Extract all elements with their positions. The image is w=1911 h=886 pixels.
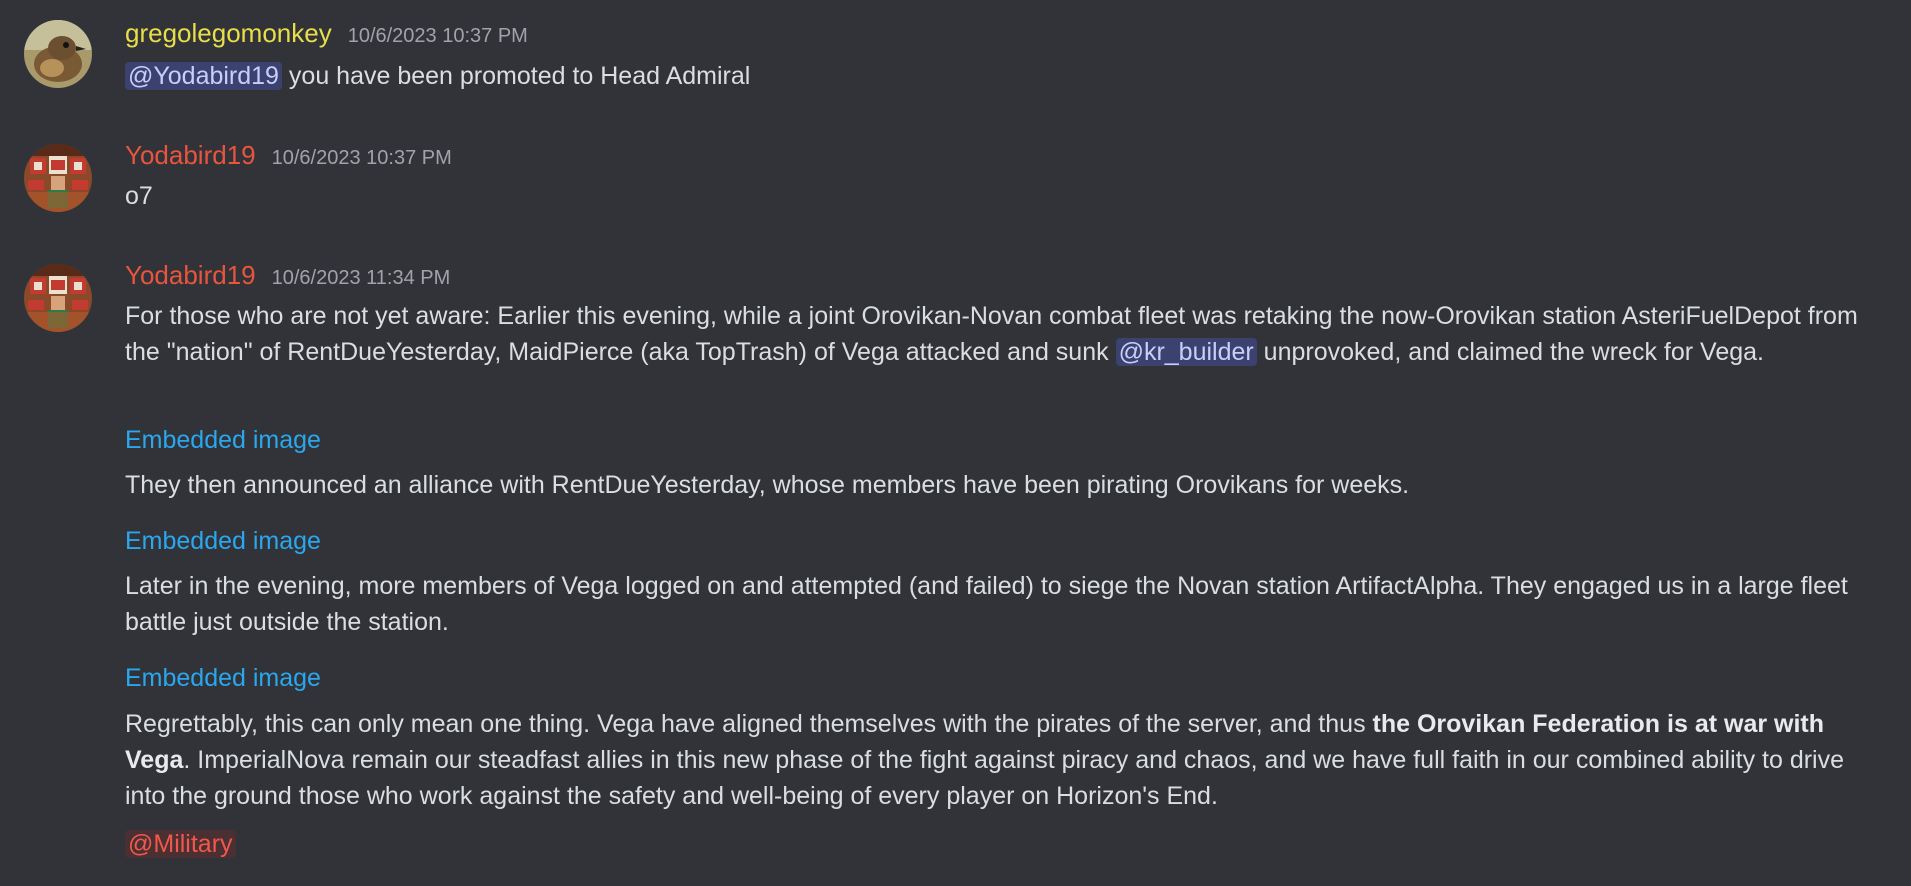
role-mention-line: @Military	[125, 826, 1885, 862]
username[interactable]: Yodabird19	[125, 140, 256, 171]
message-text: . ImperialNova remain our steadfast alli…	[125, 746, 1845, 810]
message-paragraph-1: For those who are not yet aware: Earlier…	[125, 298, 1885, 370]
message-text: Later in the evening, more members of Ve…	[125, 572, 1848, 636]
embed-link-2: Embedded image	[125, 523, 1885, 559]
timestamp: 10/6/2023 10:37 PM	[271, 147, 452, 169]
message-paragraph-3: Later in the evening, more members of Ve…	[125, 568, 1885, 640]
message-header: Yodabird19 10/6/2023 10:37 PM	[125, 140, 452, 174]
message-content: @Yodabird19 you have been promoted to He…	[125, 58, 1885, 94]
message-text: you have been promoted to Head Admiral	[281, 62, 751, 90]
timestamp: 10/6/2023 11:34 PM	[271, 267, 451, 289]
embedded-image-link[interactable]: Embedded image	[125, 527, 321, 555]
timestamp: 10/6/2023 10:37 PM	[347, 25, 528, 47]
embedded-image-link[interactable]: Embedded image	[125, 664, 321, 692]
message-header: gregolegomonkey 10/6/2023 10:37 PM	[125, 18, 528, 52]
message-header: Yodabird19 10/6/2023 11:34 PM	[125, 260, 450, 294]
message-paragraph-2: They then announced an alliance with Ren…	[125, 467, 1885, 503]
message-content: o7	[125, 178, 1885, 214]
username[interactable]: Yodabird19	[125, 260, 256, 291]
user-mention[interactable]: @Yodabird19	[125, 62, 282, 90]
message-greg-1: gregolegomonkey 10/6/2023 10:37 PM @Yoda…	[0, 18, 1911, 98]
embed-link-3: Embedded image	[125, 660, 1885, 696]
user-mention[interactable]: @kr_builder	[1115, 338, 1257, 366]
message-yoda-2: Yodabird19 10/6/2023 11:34 PM For those …	[0, 260, 1911, 870]
embedded-image-link[interactable]: Embedded image	[125, 426, 321, 454]
role-mention[interactable]: @Military	[125, 830, 236, 858]
avatar-minecraft-icon[interactable]	[24, 264, 92, 332]
username[interactable]: gregolegomonkey	[125, 18, 332, 49]
embed-link-1: Embedded image	[125, 422, 1885, 458]
avatar-minecraft-icon[interactable]	[24, 144, 92, 212]
avatar-bird-icon[interactable]	[24, 20, 92, 88]
message-text: They then announced an alliance with Ren…	[125, 471, 1410, 499]
message-text: unprovoked, and claimed the wreck for Ve…	[1256, 338, 1764, 366]
message-paragraph-4: Regrettably, this can only mean one thin…	[125, 706, 1885, 814]
message-text: Regrettably, this can only mean one thin…	[125, 710, 1373, 738]
message-text: o7	[125, 182, 153, 210]
message-yoda-1: Yodabird19 10/6/2023 10:37 PM o7	[0, 140, 1911, 220]
